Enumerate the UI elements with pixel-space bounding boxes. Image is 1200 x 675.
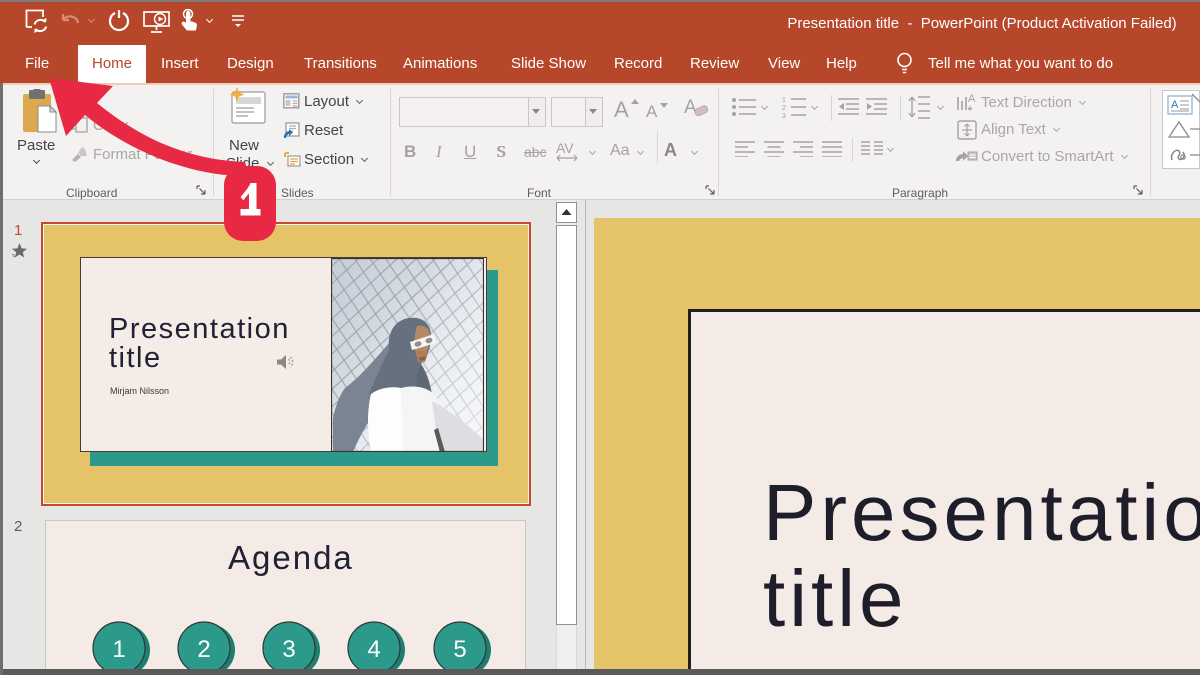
svg-text:1: 1 bbox=[112, 636, 125, 663]
svg-text:1: 1 bbox=[782, 97, 786, 104]
svg-text:4: 4 bbox=[367, 636, 380, 663]
svg-text:3: 3 bbox=[782, 113, 786, 119]
svg-text:A: A bbox=[1171, 99, 1179, 111]
svg-text:2: 2 bbox=[197, 636, 210, 663]
svg-text:5: 5 bbox=[453, 636, 466, 663]
svg-text:3: 3 bbox=[282, 636, 295, 663]
svg-text:2: 2 bbox=[782, 105, 786, 112]
svg-text:A: A bbox=[968, 93, 976, 105]
